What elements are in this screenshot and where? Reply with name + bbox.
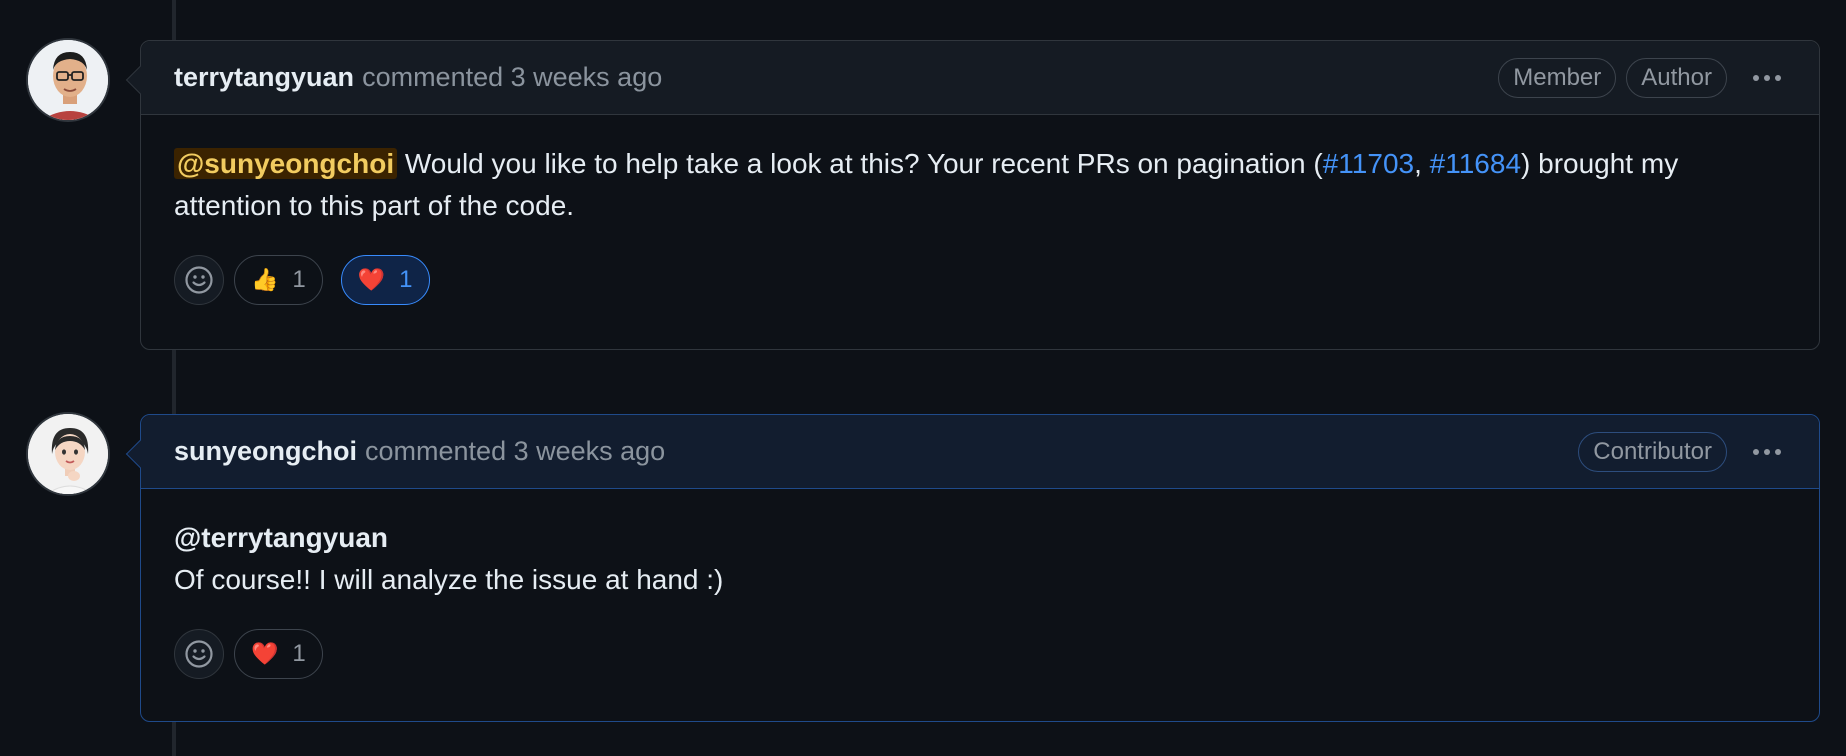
- reaction-count: 1: [399, 266, 413, 293]
- comment-card: terrytangyuan commented 3 weeks ago Memb…: [125, 40, 1820, 350]
- smiley-icon: [185, 640, 213, 668]
- avatar-image: [28, 40, 108, 120]
- add-reaction-button[interactable]: [174, 255, 224, 305]
- avatar-terrytangyuan[interactable]: [26, 38, 110, 122]
- member-badge: Member: [1498, 57, 1617, 98]
- more-options-button[interactable]: [1747, 58, 1787, 98]
- mention-link[interactable]: @sunyeongchoi: [174, 148, 398, 179]
- pr-link[interactable]: #11684: [1430, 148, 1521, 179]
- smiley-icon: [185, 266, 213, 294]
- comment-header: terrytangyuan commented 3 weeks ago Memb…: [141, 41, 1819, 115]
- mention-link[interactable]: @terrytangyuan: [174, 517, 1787, 559]
- comment-timestamp[interactable]: commented 3 weeks ago: [362, 62, 662, 93]
- comment-timestamp[interactable]: commented 3 weeks ago: [365, 436, 665, 467]
- comment-text: Of course!! I will analyze the issue at …: [174, 564, 724, 595]
- kebab-horizontal-icon: [1753, 74, 1759, 81]
- heart-icon: ❤️: [251, 641, 279, 666]
- comment-body: @sunyeongchoi Would you like to help tak…: [141, 115, 1819, 255]
- comment-card: sunyeongchoi commented 3 weeks ago Contr…: [125, 414, 1820, 722]
- author-badge: Author: [1626, 57, 1727, 98]
- more-options-button[interactable]: [1747, 432, 1787, 472]
- heart-icon: ❤️: [357, 267, 386, 292]
- comment-separator: ,: [1414, 148, 1430, 179]
- kebab-horizontal-icon: [1753, 448, 1759, 455]
- comment-body: @terrytangyuan Of course!! I will analyz…: [141, 489, 1819, 629]
- pr-link[interactable]: #11703: [1323, 148, 1414, 179]
- avatar-sunyeongchoi[interactable]: [26, 412, 110, 496]
- reactions-bar: 👍 1 ❤️ 1: [141, 255, 1819, 305]
- thumbs-up-icon: 👍: [251, 267, 279, 292]
- reactions-bar: ❤️ 1: [141, 629, 1819, 679]
- comment-author[interactable]: sunyeongchoi: [174, 436, 357, 467]
- contributor-badge: Contributor: [1578, 431, 1727, 472]
- add-reaction-button[interactable]: [174, 629, 224, 679]
- comment-author[interactable]: terrytangyuan: [174, 62, 354, 93]
- reaction-count: 1: [292, 266, 306, 293]
- heart-reaction[interactable]: ❤️ 1: [234, 629, 323, 679]
- heart-reaction[interactable]: ❤️ 1: [340, 255, 430, 305]
- thumbs-up-reaction[interactable]: 👍 1: [234, 255, 323, 305]
- comment-header: sunyeongchoi commented 3 weeks ago Contr…: [141, 415, 1819, 489]
- avatar-image: [28, 414, 108, 494]
- reaction-count: 1: [292, 640, 306, 667]
- comment-text: Would you like to help take a look at th…: [397, 148, 1323, 179]
